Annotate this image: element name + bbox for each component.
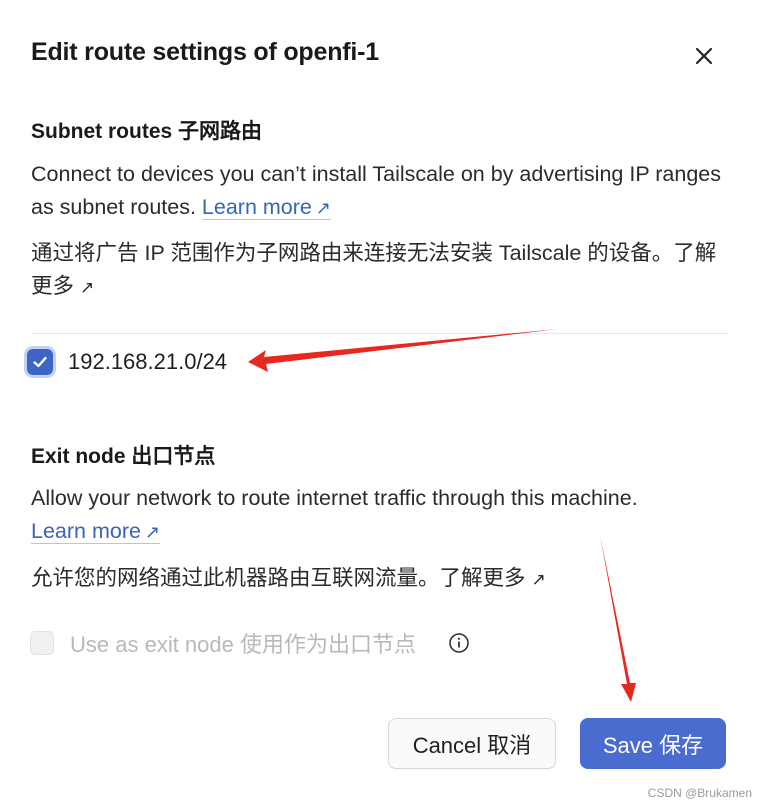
external-link-icon: ↗: [144, 522, 161, 542]
close-button[interactable]: [688, 40, 720, 72]
cancel-button[interactable]: Cancel 取消: [388, 718, 556, 769]
exit-node-option: Use as exit node 使用作为出口节点: [30, 627, 470, 659]
subnet-description: Connect to devices you can’t install Tai…: [31, 158, 731, 225]
section-divider: [31, 333, 728, 334]
edit-route-dialog: Edit route settings of openfi-1 Subnet r…: [0, 0, 762, 806]
exit-node-cn-learn-more-link[interactable]: 了解更多 ↗: [440, 566, 546, 590]
subnet-route-label: 192.168.21.0/24: [68, 349, 228, 374]
exit-node-learn-more-label: Learn more: [31, 519, 141, 543]
info-icon[interactable]: [448, 632, 470, 654]
exit-node-cn-description: 允许您的网络通过此机器路由互联网流量。了解更多 ↗: [31, 562, 731, 596]
annotation-arrow-save: [600, 535, 636, 702]
dialog-title: Edit route settings of openfi-1: [31, 38, 379, 66]
subnet-route-checkbox[interactable]: [27, 349, 53, 375]
exit-node-checkbox-label: Use as exit node 使用作为出口节点: [70, 632, 416, 657]
exit-node-description: Allow your network to route internet tra…: [31, 482, 731, 549]
close-icon: [695, 47, 713, 65]
subnet-cn-description: 通过将广告 IP 范围作为子网路由来连接无法安装 Tailscale 的设备。了…: [31, 237, 731, 304]
subnet-learn-more-link[interactable]: Learn more ↗: [201, 195, 331, 220]
watermark: CSDN @Brukamen: [647, 786, 752, 800]
external-link-icon: ↗: [80, 278, 95, 297]
exit-node-cn-learn-more-label: 了解更多: [439, 566, 526, 590]
exit-node-description-text: Allow your network to route internet tra…: [31, 486, 638, 510]
subnet-description-text: Connect to devices you can’t install Tai…: [31, 162, 721, 219]
checkmark-icon: [33, 356, 47, 368]
annotation-arrow-route: [248, 329, 558, 372]
external-link-icon: ↗: [531, 570, 546, 589]
exit-node-learn-more-link[interactable]: Learn more ↗: [31, 519, 161, 544]
exit-node-checkbox[interactable]: [30, 631, 54, 655]
save-button[interactable]: Save 保存: [580, 718, 726, 769]
external-link-icon: ↗: [315, 198, 331, 218]
subnet-routes-heading: Subnet routes 子网路由: [31, 120, 263, 143]
subnet-route-item: 192.168.21.0/24: [27, 349, 227, 375]
exit-node-heading: Exit node 出口节点: [31, 445, 216, 468]
exit-node-cn-description-text: 允许您的网络通过此机器路由互联网流量。: [31, 566, 440, 590]
subnet-cn-description-text: 通过将广告 IP 范围作为子网路由来连接无法安装 Tailscale 的设备。: [31, 241, 674, 265]
subnet-learn-more-label: Learn more: [201, 195, 312, 219]
